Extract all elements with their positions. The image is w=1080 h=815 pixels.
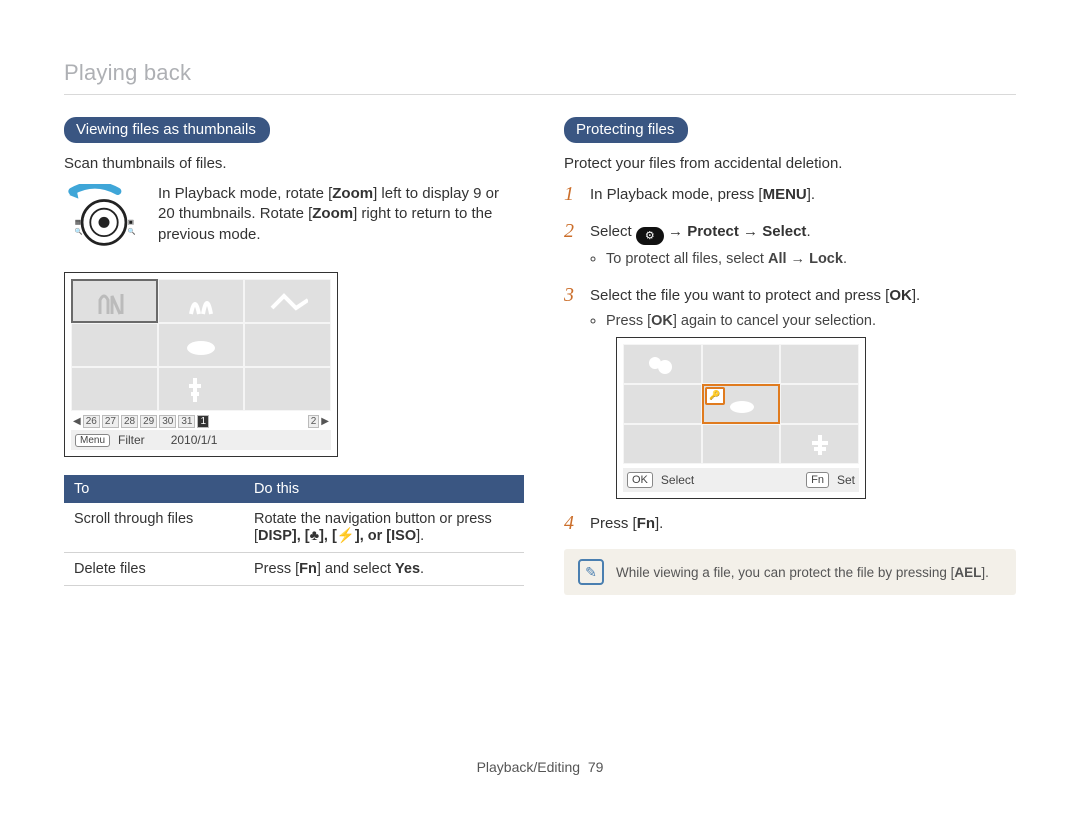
protect-screen-footer: OK Select Fn Set	[623, 468, 859, 492]
thumb-cell-selected: 🔑	[702, 384, 781, 424]
thumb-cell	[158, 279, 245, 323]
thumb-cell	[158, 323, 245, 367]
thumb-cell	[780, 424, 859, 464]
thumbnails-screen-footer: Menu Filter 2010/1/1	[71, 430, 331, 450]
lock-icon: 🔑	[705, 387, 725, 405]
thumb-cell	[702, 344, 781, 384]
note-box: ✎ While viewing a file, you can protect …	[564, 549, 1016, 595]
table-head-do: Do this	[244, 475, 524, 503]
section-heading-protect: Protecting files	[564, 117, 688, 143]
row-do: Press [Fn] and select Yes.	[244, 553, 524, 586]
steps-list: In Playback mode, press [MENU]. Select ⚙…	[564, 184, 1016, 535]
thumb-cell	[244, 323, 331, 367]
thumbnails-timeline: ◀ 26 27 28 29 30 31 1 2 ▶	[71, 411, 331, 430]
step-3-bullet: Press [OK] again to cancel your selectio…	[606, 311, 1016, 333]
row-do: Rotate the navigation button or press [D…	[244, 503, 524, 553]
protect-lead: Protect your files from accidental delet…	[564, 155, 1016, 172]
thumbnails-lead: Scan thumbnails of files.	[64, 155, 516, 172]
svg-text:▣: ▣	[128, 219, 134, 226]
step-2-bullet: To protect all files, select All → Lock.	[606, 249, 1016, 271]
ok-button-label: OK	[627, 472, 653, 488]
zoom-dial-illustration: ▦ 🔍 ▣ 🔍	[64, 184, 144, 252]
select-label: Select	[661, 471, 694, 489]
thumb-cell	[71, 323, 158, 367]
svg-text:🔍: 🔍	[128, 226, 136, 235]
page-footer: Playback/Editing 79	[64, 741, 1016, 775]
thumb-cell	[244, 367, 331, 411]
step-4: Press [Fn].	[564, 513, 1016, 536]
step-2: Select ⚙ → Protect → Select. To protect …	[564, 221, 1016, 271]
table-row: Delete files Press [Fn] and select Yes.	[64, 553, 524, 586]
protect-screen: 🔑 OK Select Fn Set	[616, 337, 866, 499]
actions-table: To Do this Scroll through files Rotate t…	[64, 475, 524, 586]
svg-text:🔍: 🔍	[75, 226, 83, 235]
right-column: Protecting files Protect your files from…	[564, 117, 1016, 741]
step-1: In Playback mode, press [MENU].	[564, 184, 1016, 207]
thumb-cell	[623, 384, 702, 424]
page-title: Playing back	[64, 60, 1016, 86]
filter-label: Filter	[118, 433, 145, 447]
thumbnails-screen: ◀ 26 27 28 29 30 31 1 2 ▶ Menu Filter 20…	[64, 272, 338, 457]
step-3: Select the file you want to protect and …	[564, 285, 1016, 499]
settings-pill-icon: ⚙	[636, 227, 664, 245]
table-row: Scroll through files Rotate the navigati…	[64, 503, 524, 553]
zoom-instruction: In Playback mode, rotate [Zoom] left to …	[158, 184, 516, 245]
row-to: Delete files	[64, 553, 244, 586]
svg-text:▦: ▦	[75, 219, 81, 226]
zoom-bold-2: Zoom	[312, 205, 353, 222]
header-rule	[64, 94, 1016, 95]
menu-button-label: Menu	[75, 434, 110, 447]
left-column: Viewing files as thumbnails Scan thumbna…	[64, 117, 516, 741]
thumb-cell	[623, 344, 702, 384]
thumb-cell	[158, 367, 245, 411]
thumb-cell	[780, 384, 859, 424]
set-label: Set	[837, 471, 855, 489]
fn-button-label: Fn	[806, 472, 829, 488]
table-head-to: To	[64, 475, 244, 503]
thumb-cell	[780, 344, 859, 384]
footer-date: 2010/1/1	[171, 433, 218, 447]
info-icon: ✎	[578, 559, 604, 585]
zoom-bold-1: Zoom	[332, 185, 373, 202]
section-heading-thumbnails: Viewing files as thumbnails	[64, 117, 270, 143]
thumb-cell	[71, 367, 158, 411]
zoom-text-prefix: In Playback mode, rotate [	[158, 185, 332, 202]
thumb-cell	[244, 279, 331, 323]
thumb-cell	[623, 424, 702, 464]
thumb-cell	[71, 279, 158, 323]
thumb-cell	[702, 424, 781, 464]
note-text: While viewing a file, you can protect th…	[616, 565, 989, 580]
row-to: Scroll through files	[64, 503, 244, 553]
